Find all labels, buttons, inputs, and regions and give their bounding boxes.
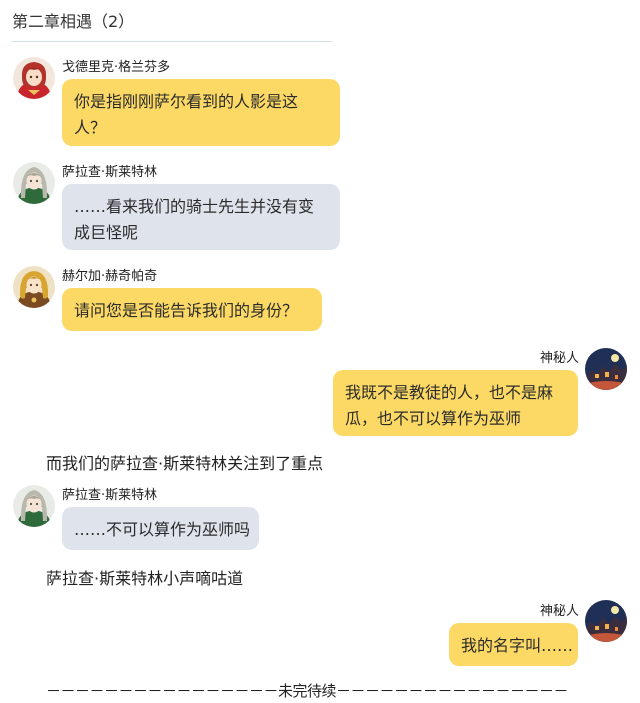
message-text-line: ……看来我们的骑士先生并没有变 — [74, 197, 315, 216]
message-bubble: ……不可以算作为巫师吗 — [62, 507, 259, 550]
silver-haired-character-avatar[interactable] — [13, 162, 55, 204]
sender-name: 赫尔加·赫奇帕奇 — [62, 269, 158, 284]
blonde-character-avatar[interactable] — [13, 266, 55, 308]
narration-text: 萨拉查·斯莱特林小声嘀咕道 — [46, 569, 244, 588]
message-bubble: 我的名字叫…… — [449, 623, 578, 666]
chapter-title: 第二章相遇（2） — [12, 12, 135, 31]
message-text-line: 你是指刚刚萨尔看到的人影是这 — [74, 92, 299, 111]
red-haired-character-avatar[interactable] — [13, 57, 55, 99]
sender-name: 萨拉查·斯莱特林 — [62, 488, 158, 503]
to-be-continued-marker: －－－－－－－－－－－－－－－－未完待续－－－－－－－－－－－－－－－－ — [46, 682, 569, 700]
message-bubble: 你是指刚刚萨尔看到的人影是这 人？ — [62, 79, 340, 146]
message-text-line: 请问您是否能告诉我们的身份？ — [74, 301, 299, 320]
silver-haired-character-avatar[interactable] — [13, 485, 55, 527]
message-text-line: 我的名字叫…… — [461, 636, 574, 655]
message-text-line: 成巨怪呢 — [74, 223, 139, 242]
sender-name: 戈德里克·格兰芬多 — [62, 60, 171, 75]
night-scene-avatar[interactable] — [585, 600, 627, 642]
title-divider — [12, 41, 332, 42]
message-text-line: ……不可以算作为巫师吗 — [74, 520, 251, 539]
message-bubble: 请问您是否能告诉我们的身份？ — [62, 288, 322, 331]
message-bubble: ……看来我们的骑士先生并没有变 成巨怪呢 — [62, 184, 340, 250]
message-bubble: 我既不是教徒的人，也不是麻 瓜，也不可以算作为巫师 — [333, 370, 578, 436]
night-scene-avatar[interactable] — [585, 348, 627, 390]
narration-text: 而我们的萨拉查·斯莱特林关注到了重点 — [46, 454, 324, 473]
message-text-line: 瓜，也不可以算作为巫师 — [345, 409, 522, 428]
sender-name: 神秘人 — [539, 351, 579, 366]
sender-name: 萨拉查·斯莱特林 — [62, 165, 158, 180]
sender-name: 神秘人 — [539, 604, 579, 619]
message-text-line: 人？ — [74, 118, 107, 137]
message-text-line: 我既不是教徒的人，也不是麻 — [345, 383, 554, 402]
